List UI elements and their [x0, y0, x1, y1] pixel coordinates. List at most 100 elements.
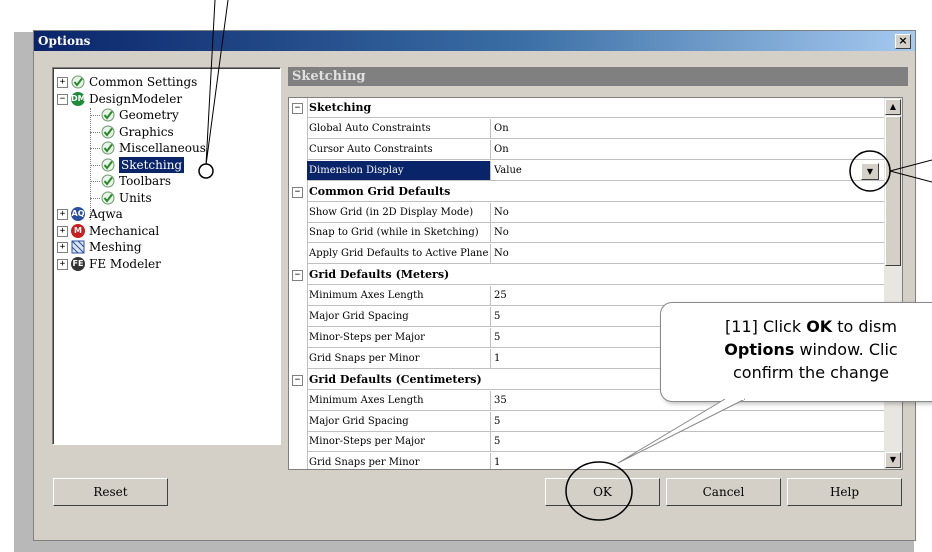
grid-property-row[interactable]: Minor-Steps per Major 5 [289, 432, 885, 453]
window-title: Options [38, 34, 91, 48]
grid-property-row[interactable]: Grid Snaps per Minor 1 [289, 453, 885, 469]
tree-guide-branch [90, 115, 100, 116]
expander-icon[interactable]: + [57, 258, 68, 270]
grid-category-row[interactable]: − Sketching [289, 98, 885, 118]
badge-text: DM [71, 91, 86, 106]
tree-item-aqwa[interactable]: + AQ Aqwa [53, 206, 278, 222]
property-value[interactable]: 1 [491, 453, 885, 469]
property-value[interactable]: On [491, 140, 885, 160]
property-value[interactable]: On [491, 119, 885, 139]
tree-item-label: Miscellaneous [119, 141, 206, 155]
grid-property-row[interactable]: Apply Grid Defaults to Active Plane No [289, 244, 885, 265]
callout-line-1: [11] Click OK to dism [661, 315, 932, 338]
expander-icon[interactable]: + [57, 242, 68, 253]
checkmark-icon [101, 141, 115, 155]
tree-item-label: FE Modeler [89, 256, 161, 271]
ok-button[interactable]: OK [545, 478, 660, 506]
grid-property-row[interactable]: Dimension Display Value ▼ [289, 160, 885, 181]
collapse-icon[interactable]: − [292, 103, 303, 114]
tree-item-label: Mechanical [89, 223, 160, 238]
callout-prefix: [11] Click [725, 317, 807, 336]
tree-item-sketching[interactable]: Sketching [53, 155, 278, 174]
property-name: Major Grid Spacing [307, 307, 491, 327]
help-button[interactable]: Help [787, 478, 902, 506]
checkmark-icon [101, 158, 115, 172]
title-bar[interactable]: Options × [34, 31, 915, 51]
instruction-callout: [11] Click OK to dism Options window. Cl… [660, 302, 932, 402]
tree-item-miscellaneous[interactable]: Miscellaneous [53, 140, 278, 156]
collapse-icon[interactable]: − [292, 374, 303, 386]
tree-item-label: Units [119, 190, 152, 205]
callout-options-word: Options [724, 340, 795, 359]
grid-property-row[interactable]: Global Auto Constraints On [289, 118, 885, 139]
checkmark-icon [101, 191, 115, 205]
badge-text: FE [71, 256, 85, 271]
tree-item-units[interactable]: Units [53, 190, 278, 206]
property-name: Show Grid (in 2D Display Mode) [307, 202, 491, 223]
property-value[interactable]: No [491, 203, 885, 223]
meshing-icon [71, 240, 85, 254]
callout-line-3: confirm the change [733, 363, 889, 382]
expander-icon[interactable]: + [57, 225, 68, 237]
property-grid[interactable]: − Sketching Global Auto Constraints On Curso… [288, 97, 886, 470]
property-name: Global Auto Constraints [307, 118, 491, 139]
checkmark-icon [101, 174, 115, 188]
tree-item-graphics[interactable]: Graphics [53, 124, 278, 140]
scroll-up-button[interactable]: ▲ [885, 99, 901, 115]
grid-scrollbar[interactable]: ▲ ▼ [884, 97, 903, 470]
scroll-down-button[interactable]: ▼ [885, 452, 901, 468]
category-label: Sketching [307, 98, 885, 118]
tree-guide-branch [90, 148, 100, 149]
close-button[interactable]: × [895, 34, 911, 49]
expander-icon[interactable]: − [57, 93, 68, 105]
tree-item-mechanical[interactable]: + M Mechanical [53, 223, 278, 239]
callout-middle: to dism [832, 317, 897, 336]
tree-item-geometry[interactable]: Geometry [53, 107, 278, 123]
callout-ok-word: OK [806, 317, 833, 336]
property-name: Minimum Axes Length [307, 390, 491, 411]
collapse-icon[interactable]: − [292, 186, 303, 198]
reset-button[interactable]: Reset [53, 478, 168, 506]
fe-icon: FE [71, 256, 85, 271]
dropdown-arrow-icon[interactable]: ▼ [861, 162, 879, 180]
grid-property-row[interactable]: Snap to Grid (while in Sketching) No [289, 223, 885, 244]
checkmark-icon [101, 125, 115, 139]
tree-item-toolbars[interactable]: Toolbars [53, 173, 278, 189]
callout-line2-rest: window. Clic [794, 340, 898, 359]
property-name: Apply Grid Defaults to Active Plane [307, 244, 491, 265]
panel-header: Sketching [288, 67, 908, 86]
tree-item-label: Geometry [119, 108, 179, 122]
property-value[interactable]: 5 [491, 432, 885, 453]
tree-item-label: Toolbars [119, 174, 172, 188]
category-label: Common Grid Defaults [307, 182, 885, 202]
property-name: Grid Snaps per Minor [307, 453, 491, 469]
scroll-thumb[interactable] [885, 116, 901, 266]
property-name: Minimum Axes Length [307, 286, 491, 307]
tree-item-designmodeler[interactable]: − DM DesignModeler [53, 91, 278, 107]
badge-text: AQ [71, 207, 85, 221]
checkmark-icon [101, 108, 115, 122]
expander-icon[interactable]: + [57, 77, 68, 88]
tree-item-label: Sketching [117, 155, 186, 174]
tree-item-common-settings[interactable]: + Common Settings [53, 74, 278, 90]
grid-category-row[interactable]: − Grid Defaults (Meters) [289, 265, 885, 286]
property-value[interactable]: Value ▼ [491, 161, 885, 181]
expander-icon[interactable]: + [57, 209, 68, 220]
grid-property-row[interactable]: Major Grid Spacing 5 [289, 411, 885, 432]
callout-line-2: Options window. Clic [661, 338, 932, 361]
tree-guide-branch [90, 181, 100, 182]
property-value[interactable]: 5 [491, 412, 885, 432]
options-tree[interactable]: + Common Settings − DM DesignModeler Geometry… [52, 67, 281, 445]
property-value[interactable]: No [491, 244, 885, 265]
grid-property-row[interactable]: Show Grid (in 2D Display Mode) No [289, 202, 885, 223]
cancel-button[interactable]: Cancel [666, 478, 781, 506]
tree-item-meshing[interactable]: + Meshing [53, 239, 278, 255]
grid-property-row[interactable]: Cursor Auto Constraints On [289, 139, 885, 160]
collapse-icon[interactable]: − [292, 270, 303, 282]
property-name: Grid Snaps per Minor [307, 348, 491, 369]
grid-category-row[interactable]: − Common Grid Defaults [289, 182, 885, 202]
tree-item-fe-modeler[interactable]: + FE FE Modeler [53, 256, 278, 272]
property-name: Minor-Steps per Major [307, 432, 491, 453]
property-name: Snap to Grid (while in Sketching) [307, 223, 491, 244]
property-value[interactable]: No [491, 223, 885, 244]
